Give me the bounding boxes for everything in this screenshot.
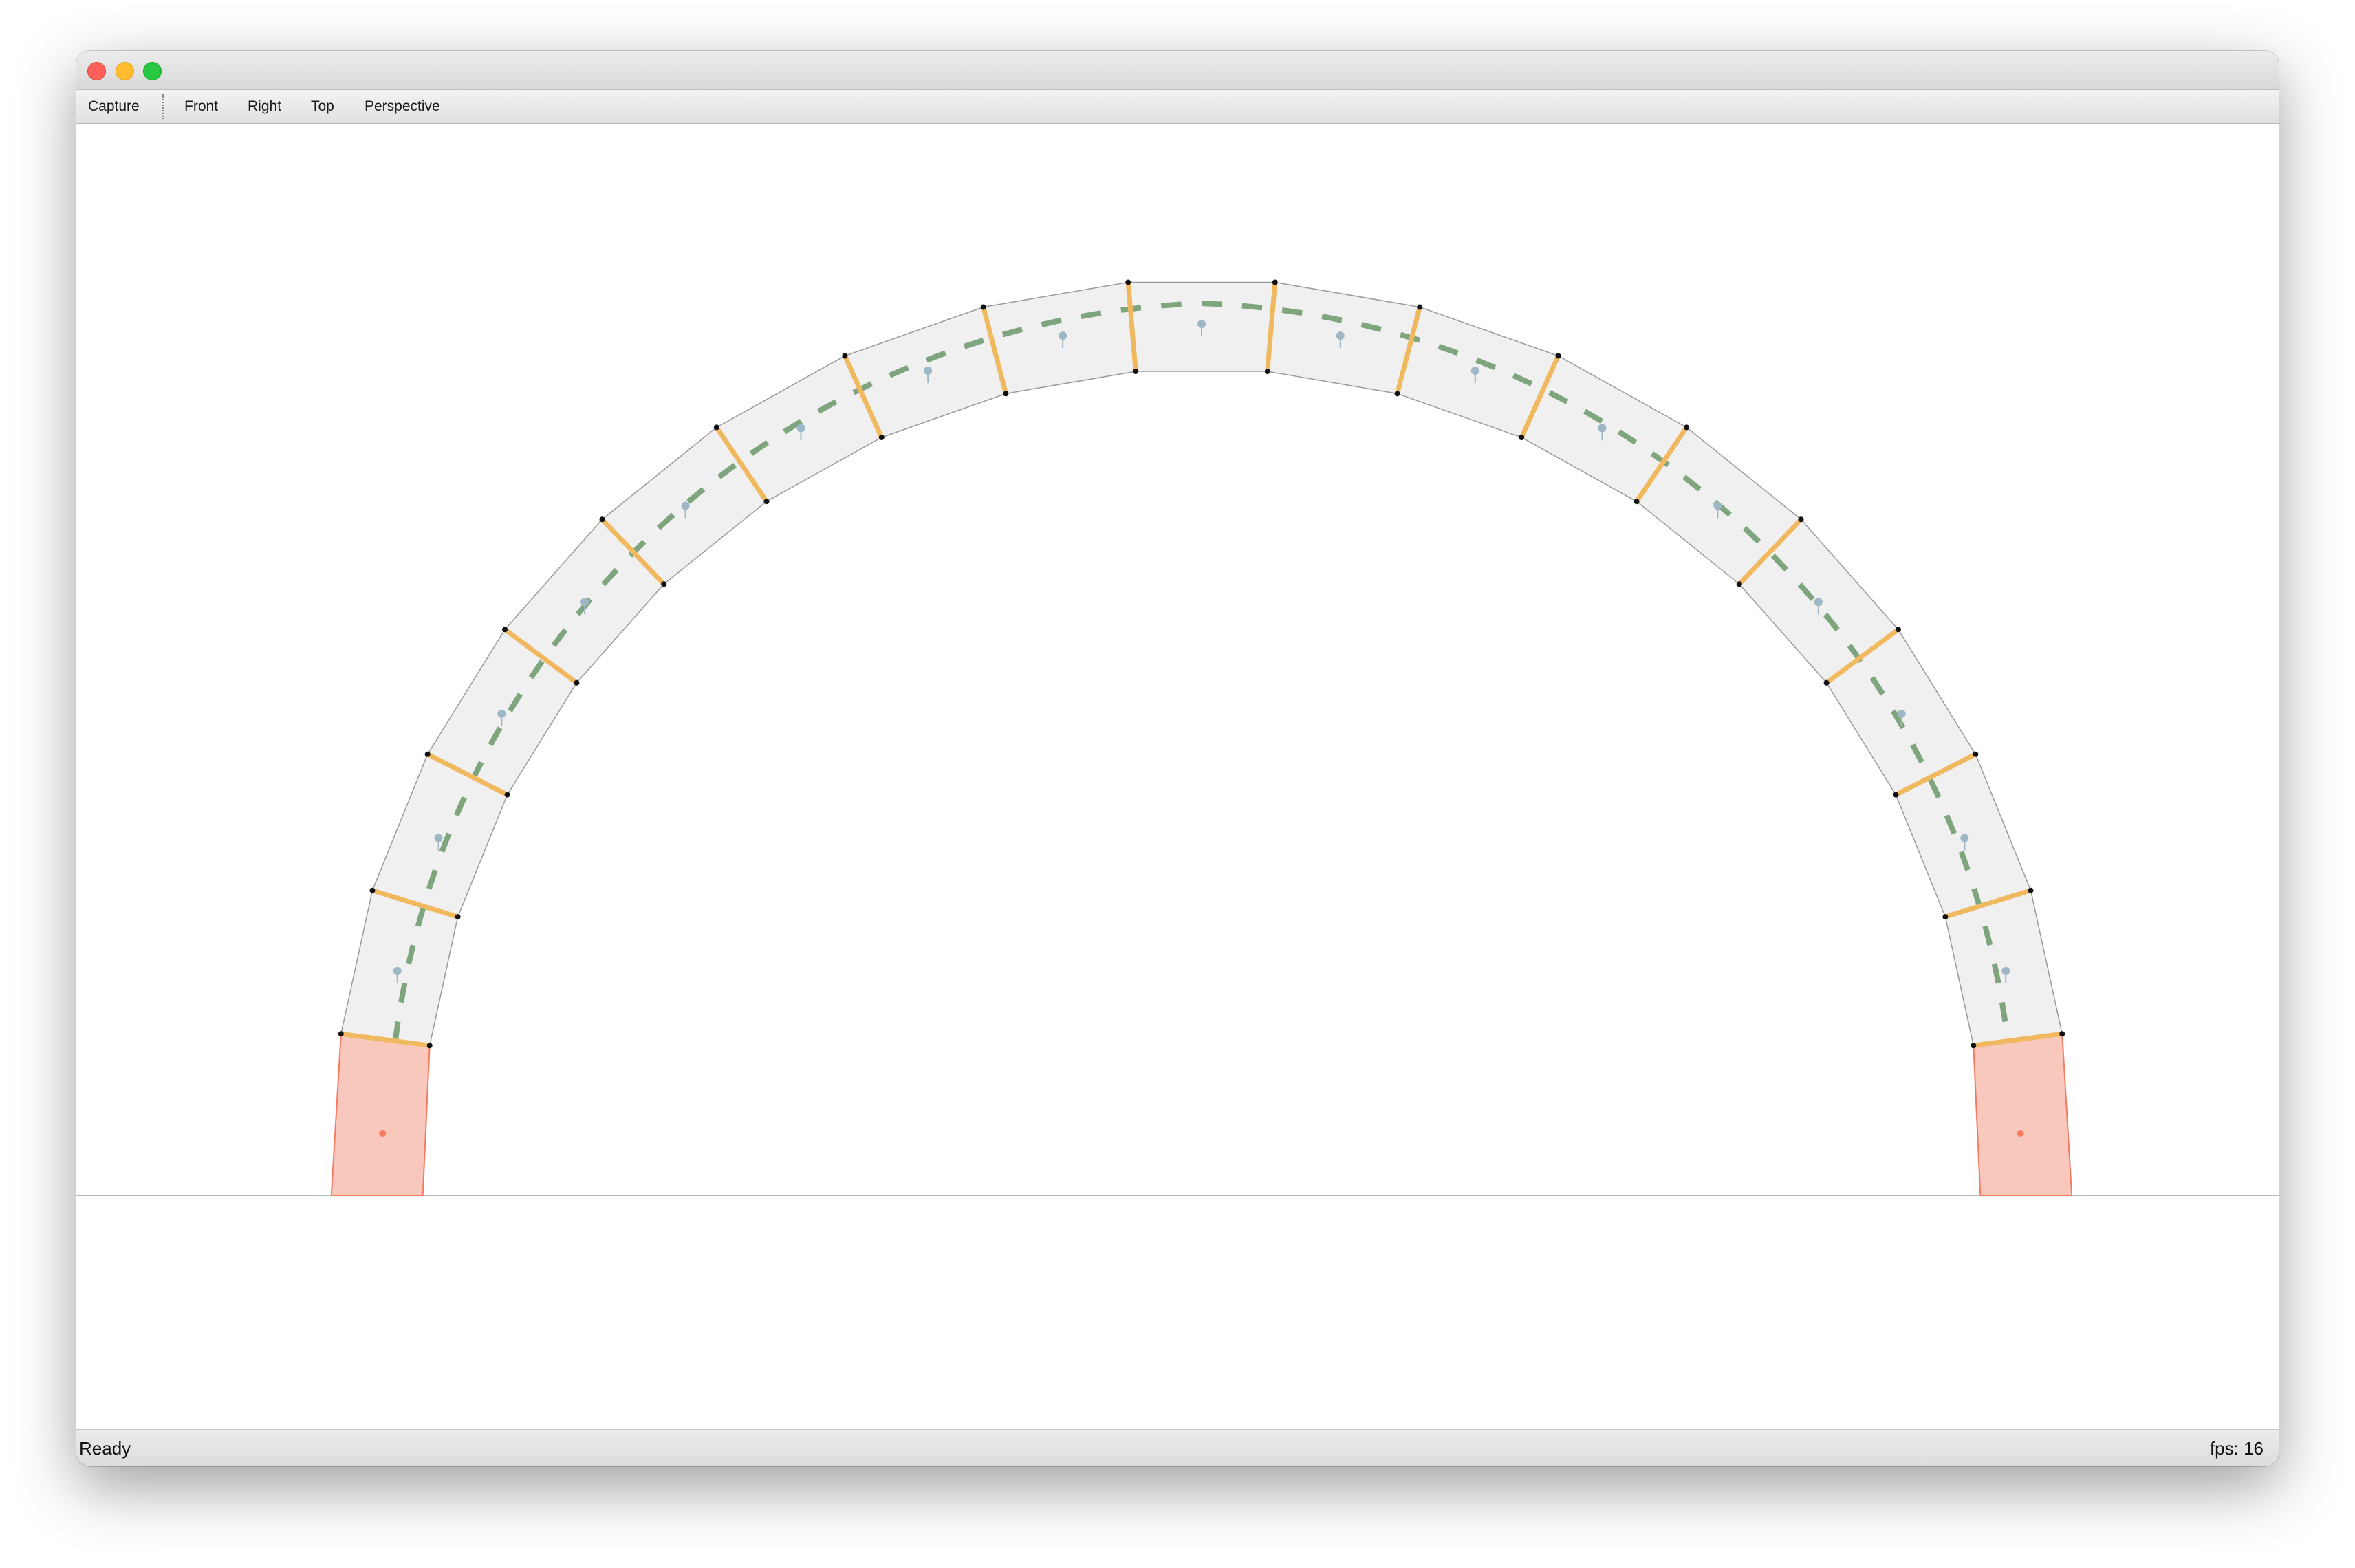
interface-node — [1634, 499, 1640, 505]
thrust-line-segment — [1999, 1001, 2008, 1023]
voussoir-centroid — [1814, 598, 1823, 607]
support-centroid — [2017, 1130, 2024, 1137]
voussoir-centroid — [1713, 501, 1722, 510]
interface-node — [2059, 1031, 2065, 1037]
thrust-line-segment — [398, 982, 408, 1003]
title-bar — [76, 51, 2279, 90]
voussoir-centroid — [1336, 331, 1345, 340]
voussoir-centroid — [393, 966, 402, 975]
interface-node — [1823, 679, 1830, 686]
interface-node — [338, 1031, 344, 1037]
voussoir-centroid — [681, 501, 690, 510]
interface-node — [1519, 435, 1525, 441]
interface-node — [1971, 1043, 1977, 1049]
voussoir-centroid — [2001, 966, 2010, 975]
voussoir-centroid — [924, 367, 933, 375]
capture-button[interactable]: Capture — [88, 90, 140, 123]
interface-node — [504, 792, 510, 798]
voussoir-centroid — [1960, 834, 1969, 842]
3d-viewport[interactable] — [76, 124, 2279, 1429]
maximize-window-button[interactable] — [143, 62, 162, 80]
interface-node — [1264, 369, 1270, 375]
voussoir-centroid — [580, 598, 589, 607]
view-top-button[interactable]: Top — [311, 90, 334, 123]
support-right — [1973, 1033, 2073, 1196]
voussoir-centroid — [1059, 331, 1067, 340]
interface-node — [502, 627, 508, 633]
view-perspective-button[interactable]: Perspective — [365, 90, 440, 123]
interface-node — [2028, 887, 2034, 893]
minimize-window-button[interactable] — [116, 62, 134, 80]
thrust-line-segment — [1081, 310, 1102, 320]
fps-counter: fps: 16 — [2209, 1438, 2264, 1459]
interface-node — [1736, 581, 1742, 587]
interface-node — [661, 581, 667, 587]
voussoir-centroid — [497, 709, 506, 718]
thrust-line-segment — [1281, 307, 1303, 316]
thrust-line-segment — [1160, 301, 1182, 309]
app-window: Capture Front Right Top Perspective Read… — [76, 51, 2279, 1466]
interface-node — [763, 499, 770, 505]
interface-node — [1942, 914, 1949, 920]
interface-node — [1684, 424, 1690, 431]
interface-node — [1125, 279, 1131, 285]
voussoir-centroid — [1897, 709, 1906, 718]
interface-node — [574, 679, 580, 686]
toolbar: Capture Front Right Top Perspective — [76, 90, 2279, 124]
interface-node — [1394, 391, 1400, 397]
voussoir-centroid — [1470, 367, 1479, 375]
interface-node — [1798, 516, 1804, 523]
voussoir-centroid — [1598, 424, 1607, 433]
interface-node — [1272, 279, 1278, 285]
voussoir-centroid — [1197, 320, 1206, 328]
close-window-button[interactable] — [87, 62, 106, 80]
interface-node — [1555, 353, 1561, 359]
voussoir-centroid — [796, 424, 805, 433]
interface-node — [426, 1043, 433, 1049]
interface-node — [980, 304, 986, 310]
interface-node — [1893, 792, 1899, 798]
status-bar: Ready fps: 16 — [76, 1429, 2279, 1466]
interface-node — [1003, 391, 1009, 397]
toolbar-separator — [162, 94, 164, 119]
status-message: Ready — [79, 1438, 131, 1459]
interface-node — [842, 353, 848, 359]
interface-node — [713, 424, 719, 431]
interface-node — [1417, 304, 1423, 310]
interface-node — [878, 435, 885, 441]
interface-node — [1973, 751, 1979, 757]
interface-node — [455, 914, 461, 920]
support-centroid — [379, 1130, 387, 1137]
interface-node — [599, 516, 605, 523]
view-front-button[interactable]: Front — [184, 90, 218, 123]
thrust-line-segment — [1201, 301, 1222, 307]
arch-scene — [76, 279, 2279, 1196]
thrust-line-segment — [392, 1021, 401, 1042]
thrust-line-segment — [1991, 963, 2001, 984]
voussoir-centroid — [434, 834, 443, 842]
thrust-line-segment — [1321, 314, 1343, 323]
interface-node — [424, 751, 431, 757]
support-left — [330, 1033, 431, 1196]
interface-node — [369, 887, 376, 893]
view-right-button[interactable]: Right — [248, 90, 281, 123]
interface-node — [1895, 627, 1901, 633]
interface-node — [1133, 369, 1139, 375]
thrust-line-segment — [1241, 303, 1263, 311]
